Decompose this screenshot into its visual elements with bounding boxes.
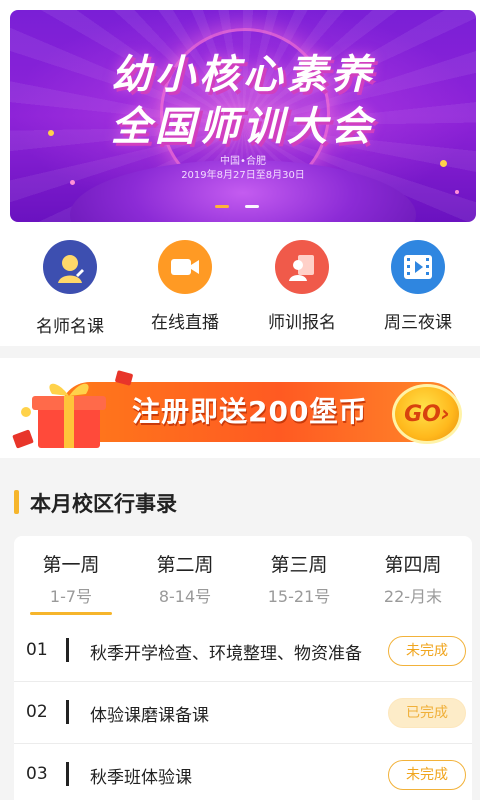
- task-divider: [66, 700, 69, 724]
- tab-name: 第四周: [384, 554, 442, 576]
- active-tab-indicator: [30, 612, 112, 615]
- tab-name: 第一周: [42, 554, 100, 576]
- carousel-indicator[interactable]: [215, 205, 259, 208]
- tab-range: 15-21号: [267, 587, 331, 606]
- banner-location: 中国•合肥: [220, 156, 266, 167]
- registration-icon: [275, 240, 329, 294]
- task-number: 01: [26, 640, 48, 660]
- tab-range: 1-7号: [49, 587, 93, 606]
- banner-title-line1: 幼小核心素养: [111, 52, 375, 98]
- carousel-dot-active[interactable]: [215, 205, 229, 208]
- conference-banner[interactable]: 幼小核心素养 全国师训大会 中国•合肥 2019年8月27日至8月30日: [10, 10, 476, 222]
- gift-box-icon: [12, 370, 133, 449]
- tab-range: 22-月末: [383, 587, 443, 606]
- tab-week3[interactable]: 第三周 15-21号: [242, 550, 356, 607]
- nav-label: 周三夜课: [384, 313, 452, 333]
- section-title: 本月校区行事录: [30, 492, 177, 516]
- promo-text: 注册即送200堡币: [132, 395, 368, 428]
- tab-week4[interactable]: 第四周 22-月末: [356, 550, 470, 607]
- go-label: GO: [404, 401, 441, 427]
- tab-week2[interactable]: 第二周 8-14号: [128, 550, 242, 607]
- task-row[interactable]: 03 秋季班体验课 未完成: [14, 744, 472, 800]
- nav-label: 师训报名: [268, 313, 336, 333]
- go-button[interactable]: GO ›: [392, 384, 462, 444]
- nav-label: 在线直播: [151, 313, 219, 333]
- banner-dates: 2019年8月27日至8月30日: [181, 170, 305, 181]
- carousel-dot[interactable]: [245, 205, 259, 208]
- task-row[interactable]: 02 体验课磨课备课 已完成: [14, 682, 472, 744]
- schedule-section: 本月校区行事录 第一周 1-7号 第二周 8-14号 第三周 15-21号 第四…: [0, 470, 480, 800]
- promo-section: 注册即送200堡币 GO ›: [0, 358, 480, 458]
- task-number: 03: [26, 764, 48, 784]
- tab-name: 第二周: [156, 554, 214, 576]
- task-divider: [66, 638, 69, 662]
- nav-label: 名师名课: [36, 317, 104, 337]
- banner-title-line2: 全国师训大会: [111, 104, 375, 150]
- schedule-card: 第一周 1-7号 第二周 8-14号 第三周 15-21号 第四周 22-月末 …: [14, 536, 472, 800]
- tab-name: 第三周: [270, 554, 328, 576]
- film-play-icon: [391, 240, 445, 294]
- task-name: 秋季班体验课: [90, 768, 192, 788]
- tab-range: 8-14号: [158, 587, 212, 606]
- task-name: 体验课磨课备课: [90, 706, 209, 726]
- banner-section: 幼小核心素养 全国师训大会 中国•合肥 2019年8月27日至8月30日: [0, 0, 480, 236]
- tab-week1[interactable]: 第一周 1-7号: [14, 550, 128, 607]
- section-accent-bar: [14, 490, 19, 514]
- sparkle-decoration: [455, 190, 459, 194]
- task-row[interactable]: 01 秋季开学检查、环境整理、物资准备 未完成: [14, 620, 472, 682]
- status-badge[interactable]: 已完成: [388, 698, 466, 728]
- video-camera-icon: [158, 240, 212, 294]
- status-badge[interactable]: 未完成: [388, 760, 466, 790]
- task-number: 02: [26, 702, 48, 722]
- quick-nav: 名师名课 在线直播 师训报名 周三夜课: [0, 236, 480, 346]
- status-badge[interactable]: 未完成: [388, 636, 466, 666]
- task-divider: [66, 762, 69, 786]
- teacher-avatar-icon: [43, 240, 97, 294]
- signup-promo-banner[interactable]: 注册即送200堡币 GO ›: [0, 366, 480, 450]
- task-name: 秋季开学检查、环境整理、物资准备: [90, 644, 362, 664]
